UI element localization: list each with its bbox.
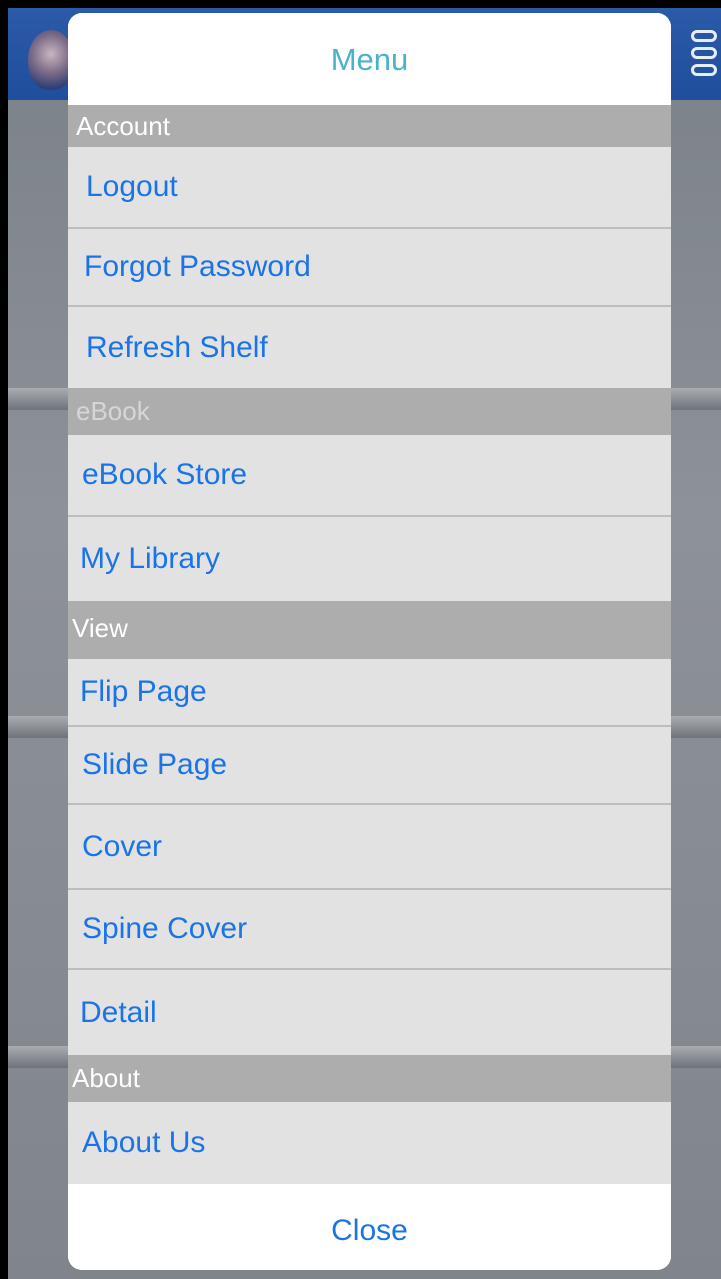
dialog-title: Menu (68, 13, 671, 105)
menu-item-ebook-store[interactable]: eBook Store (68, 435, 671, 517)
menu-item-label: Forgot Password (84, 250, 311, 283)
menu-item-refresh-shelf[interactable]: Refresh Shelf (68, 307, 671, 388)
menu-item-flip-page[interactable]: Flip Page (68, 659, 671, 727)
menu-item-spine-cover[interactable]: Spine Cover (68, 890, 671, 970)
menu-item-label: Slide Page (82, 748, 228, 781)
section-header-account: Account (68, 105, 671, 147)
screen: Menu Account Logout Forgot Password Refr… (0, 0, 721, 1279)
menu-item-label: My Library (80, 542, 221, 575)
menu-item-slide-page[interactable]: Slide Page (68, 727, 671, 805)
menu-item-cover[interactable]: Cover (68, 805, 671, 890)
menu-item-label: Flip Page (80, 675, 207, 708)
menu-item-label: Cover (82, 829, 163, 863)
menu-item-my-library[interactable]: My Library (68, 517, 671, 601)
section-header-ebook: eBook (68, 388, 671, 435)
menu-item-label: Logout (86, 170, 178, 203)
menu-item-label: eBook Store (82, 458, 248, 491)
menu-item-label: Spine Cover (82, 912, 248, 945)
menu-item-label: Detail (80, 995, 157, 1029)
menu-item-logout[interactable]: Logout (68, 147, 671, 229)
hamburger-menu-icon[interactable] (691, 30, 721, 96)
section-header-view: View (68, 601, 671, 659)
menu-item-about-us[interactable]: About Us (68, 1102, 671, 1184)
menu-item-label: Refresh Shelf (86, 330, 268, 364)
menu-item-detail[interactable]: Detail (68, 970, 671, 1055)
menu-item-label: About Us (82, 1126, 206, 1159)
menu-item-forgot-password[interactable]: Forgot Password (68, 229, 671, 307)
menu-dialog: Menu Account Logout Forgot Password Refr… (68, 13, 671, 1270)
section-header-about: About (68, 1055, 671, 1102)
close-button[interactable]: Close (68, 1184, 671, 1270)
